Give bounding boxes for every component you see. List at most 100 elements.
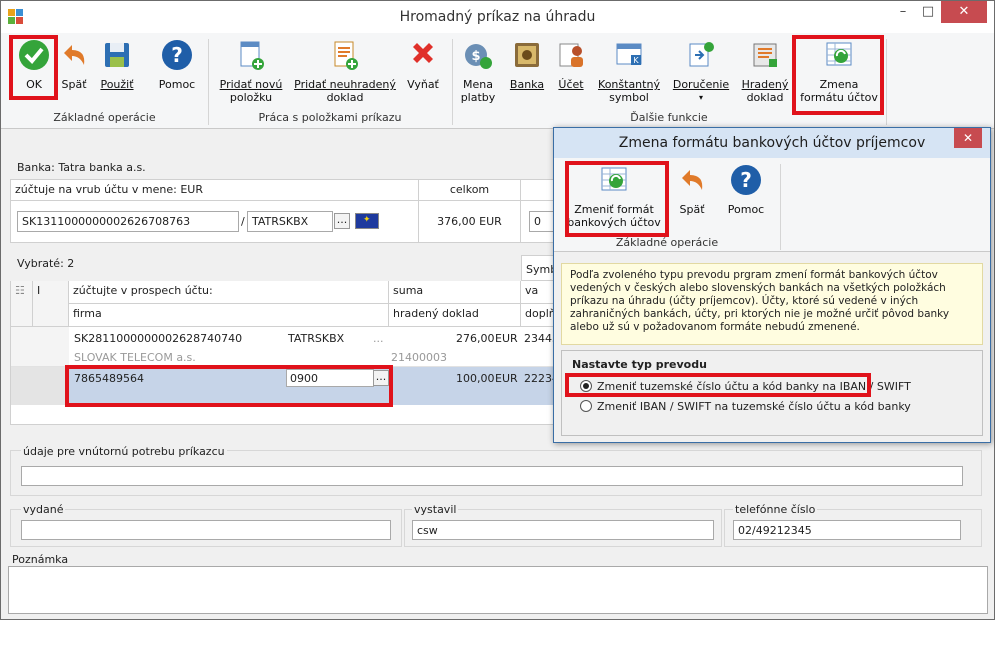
paid-doc-label-2: doklad <box>746 91 784 104</box>
bank-button[interactable]: Banka <box>506 35 548 97</box>
issued-field[interactable] <box>21 520 391 540</box>
add-unpaid-doc-button[interactable]: Pridať neuhradený doklad <box>294 35 396 109</box>
add-item-button[interactable]: Pridať novú položku <box>213 35 289 109</box>
eu-flag-icon: ✦ <box>355 213 379 229</box>
svg-text:?: ? <box>171 43 183 67</box>
row2-amount: 100,00 <box>456 372 495 385</box>
issuer-field[interactable]: csw <box>412 520 714 540</box>
paid-document-book-icon <box>753 43 777 67</box>
dialog-title-bar: Zmena formátu bankových účtov príjemcov … <box>554 128 990 158</box>
format-change-dialog: Zmena formátu bankových účtov príjemcov … <box>553 127 991 443</box>
account-button[interactable]: Účet <box>551 35 591 97</box>
add-unpaid-label-2: doklad <box>326 91 364 104</box>
constant-symbol-label: Konštantný <box>598 78 660 91</box>
back-button[interactable]: Späť <box>57 35 91 97</box>
highlight-change-format <box>565 161 669 237</box>
group-label-basic: Základné operácie <box>53 111 156 124</box>
back-label: Späť <box>61 78 87 91</box>
save-floppy-icon <box>105 43 129 67</box>
dialog-help-button[interactable]: ? Pomoc <box>722 160 770 222</box>
internal-field[interactable] <box>21 466 963 486</box>
remove-button[interactable]: Vyňať <box>401 35 445 97</box>
ribbon-separator <box>886 39 887 125</box>
row-gutter <box>11 367 69 405</box>
highlight-ok <box>9 35 58 100</box>
row2-currency: EUR <box>495 372 518 385</box>
swift-picker-button[interactable]: ... <box>334 213 350 229</box>
dialog-close-button[interactable]: ✕ <box>954 128 982 148</box>
currency-button[interactable]: $ Mena platby <box>457 35 499 109</box>
row1-currency: EUR <box>495 332 518 345</box>
delivery-button[interactable]: Doručenie ▾ <box>669 35 733 109</box>
note-label: Poznámka <box>12 553 69 566</box>
close-button[interactable]: ✕ <box>941 1 987 23</box>
svg-text:K: K <box>633 56 639 65</box>
window-title: Hromadný príkaz na úhradu <box>399 9 596 25</box>
debit-account-field[interactable]: SK1311000000002626708763 <box>17 211 239 232</box>
selected-caption: Vybraté: 2 <box>17 257 75 270</box>
row-gutter <box>11 327 69 367</box>
highlight-format <box>792 35 884 115</box>
bank-safe-icon <box>515 43 539 67</box>
account-label: Účet <box>558 78 584 91</box>
total-header: celkom <box>419 179 521 201</box>
chevron-down-icon: ▾ <box>698 93 703 102</box>
debit-swift-field[interactable]: TATRSKBX <box>247 211 333 232</box>
internal-label: údaje pre vnútornú potrebu príkazcu <box>21 445 227 458</box>
help-button[interactable]: ? Pomoc <box>153 35 201 97</box>
credit-header: zúčtujte v prospech účtu: <box>69 281 389 304</box>
currency-label: Mena <box>463 78 493 91</box>
apply-label: Použiť <box>100 78 134 91</box>
highlight-row2 <box>65 365 393 407</box>
dialog-help-label: Pomoc <box>727 203 765 216</box>
highlight-option1 <box>565 373 871 397</box>
tree-icon: ☷ <box>15 284 25 297</box>
dialog-title: Zmena formátu bankových účtov príjemcov <box>618 135 926 151</box>
apply-button[interactable]: Použiť <box>95 35 139 97</box>
debit-header: zúčtuje na vrub účtu v mene: EUR <box>10 179 419 201</box>
row1-amount: 276,00 <box>456 332 495 345</box>
help-label: Pomoc <box>158 78 196 91</box>
add-item-label-2: položku <box>229 91 273 104</box>
phone-label: telefónne číslo <box>733 503 818 516</box>
bank-label: Banka <box>509 78 545 91</box>
issued-label: vydané <box>21 503 66 516</box>
bank-caption: Banka: Tatra banka a.s. <box>17 161 146 174</box>
extra-header: doplň <box>521 304 555 327</box>
ribbon-separator <box>780 164 781 250</box>
delivery-doc-icon <box>689 42 714 67</box>
svg-text:$: $ <box>471 49 480 64</box>
slash-separator: / <box>241 215 245 228</box>
bank-name: Tatra banka a.s. <box>58 161 146 174</box>
symbol-header: Symbo <box>521 255 555 281</box>
group-label-items: Práca s položkami príkazu <box>258 111 402 124</box>
add-item-label: Pridať novú <box>219 78 283 91</box>
dialog-back-button[interactable]: Späť <box>672 160 712 222</box>
flag-header: I <box>33 281 69 327</box>
currency-label-2: platby <box>460 91 496 104</box>
firm-header: firma <box>69 304 389 327</box>
tree-header: ☷ <box>11 281 33 327</box>
svg-text:?: ? <box>740 168 752 192</box>
account-person-doc-icon <box>559 43 583 67</box>
constant-symbol-button[interactable]: K Konštantný symbol <box>595 35 663 109</box>
option2-label[interactable]: Zmeniť IBAN / SWIFT na tuzemské číslo úč… <box>597 400 911 413</box>
header-filler <box>521 179 555 201</box>
maximize-button[interactable]: □ <box>915 1 941 23</box>
remove-label: Vyňať <box>407 78 439 91</box>
help-question-icon: ? <box>162 40 192 70</box>
paid-doc-label: Hradený <box>741 78 789 91</box>
total-extra-field[interactable]: 0 <box>529 211 555 232</box>
minimize-button[interactable]: – <box>890 1 916 23</box>
option2-radio[interactable] <box>580 400 592 412</box>
paid-doc-button[interactable]: Hradený doklad <box>739 35 791 109</box>
note-field[interactable] <box>8 566 988 614</box>
sum-header: suma <box>389 281 521 304</box>
row1-account: SK2811000000002628740740 <box>74 332 243 345</box>
phone-field[interactable]: 02/49212345 <box>733 520 961 540</box>
row1-bank: TATRSKBX <box>288 332 345 345</box>
row1-firm: SLOVAK TELECOM a.s. <box>74 351 196 364</box>
va-header: va <box>521 281 555 304</box>
row1-picker[interactable]: ... <box>373 332 384 345</box>
new-document-icon <box>240 41 264 70</box>
